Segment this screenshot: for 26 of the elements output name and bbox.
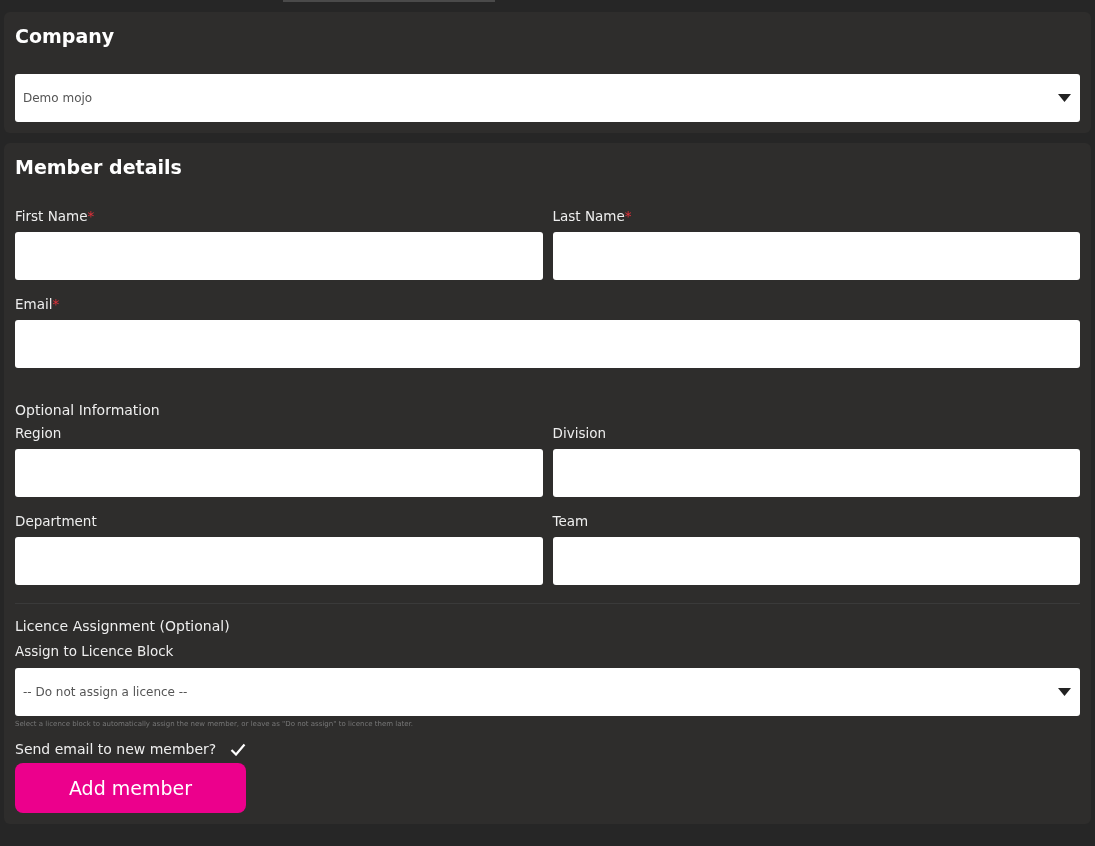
input-field[interactable]	[552, 232, 1080, 280]
caret-icon	[1058, 688, 1071, 696]
input-field[interactable]	[15, 320, 1080, 368]
licence-select[interactable]: -- Do not assign a licence --	[15, 668, 1080, 716]
section-title: Member details	[15, 155, 183, 179]
checkbox-label: Send email to new member?	[15, 741, 217, 757]
section-subheading: Optional Information	[15, 401, 161, 420]
section-title: Company	[15, 24, 116, 48]
field-label: Region	[15, 424, 63, 443]
field-label: First Name*	[15, 207, 96, 226]
field-label: Division	[552, 424, 607, 443]
input-field[interactable]	[15, 537, 543, 585]
field-label: Assign to Licence Block	[15, 642, 175, 661]
field-label: Department	[15, 512, 98, 531]
caret-icon	[1058, 94, 1071, 102]
input-field[interactable]	[15, 232, 543, 280]
input-field[interactable]	[552, 537, 1080, 585]
checkbox[interactable]	[230, 742, 247, 756]
input-field[interactable]	[15, 449, 543, 497]
add-member-button[interactable]: Add member	[15, 763, 246, 813]
input-field[interactable]	[552, 449, 1080, 497]
field-label: Last Name*	[552, 207, 633, 226]
company-select[interactable]: Demo mojo	[15, 74, 1080, 122]
section-subheading: Licence Assignment (Optional)	[15, 617, 231, 636]
field-label: Team	[552, 512, 590, 531]
field-label: Email*	[15, 295, 61, 314]
